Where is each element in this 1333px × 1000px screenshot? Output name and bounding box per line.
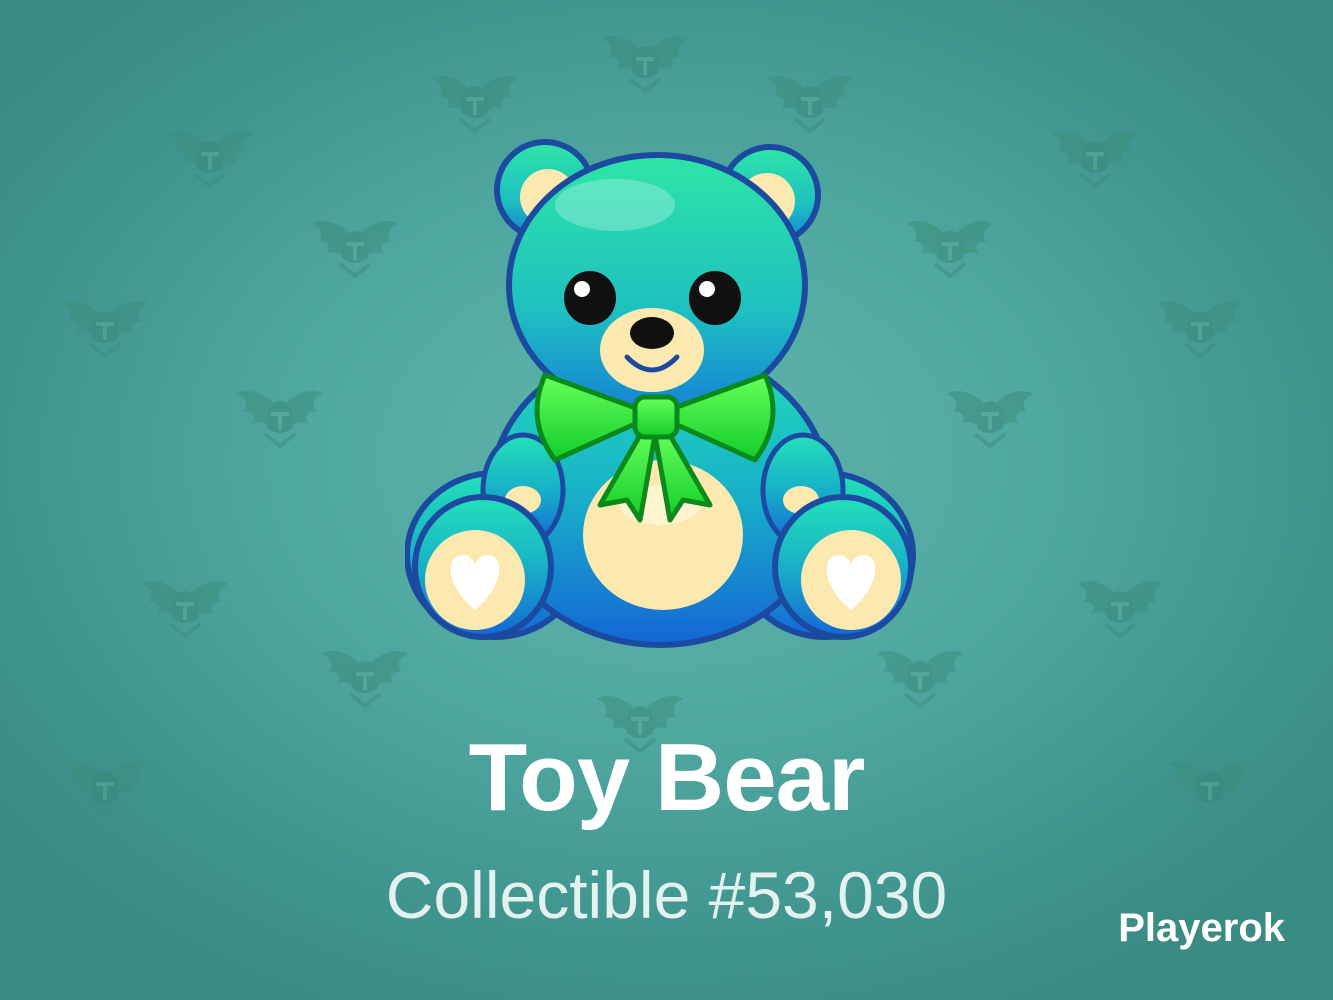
winged-helmet-emblem-icon <box>1077 581 1163 639</box>
winged-helmet-emblem-icon <box>62 301 148 359</box>
winged-helmet-emblem-icon <box>1052 131 1138 189</box>
gift-card: Toy Bear Collectible #53,030 Playerok <box>0 0 1333 1000</box>
winged-helmet-emblem-icon <box>312 221 398 279</box>
winged-helmet-emblem-icon <box>1157 301 1243 359</box>
toy-bear-icon <box>405 139 916 648</box>
gift-title: Toy Bear <box>468 724 866 831</box>
winged-helmet-emblem-icon <box>602 36 688 94</box>
winged-helmet-emblem-icon <box>237 391 323 449</box>
winged-helmet-emblem-icon <box>167 131 253 189</box>
winged-helmet-emblem-icon <box>432 76 518 134</box>
winged-helmet-emblem-icon <box>322 651 408 709</box>
watermark-logo: Playerok <box>1118 906 1285 950</box>
winged-helmet-emblem-icon <box>767 76 853 134</box>
winged-helmet-emblem-icon <box>947 391 1033 449</box>
winged-helmet-emblem-icon <box>142 581 228 639</box>
